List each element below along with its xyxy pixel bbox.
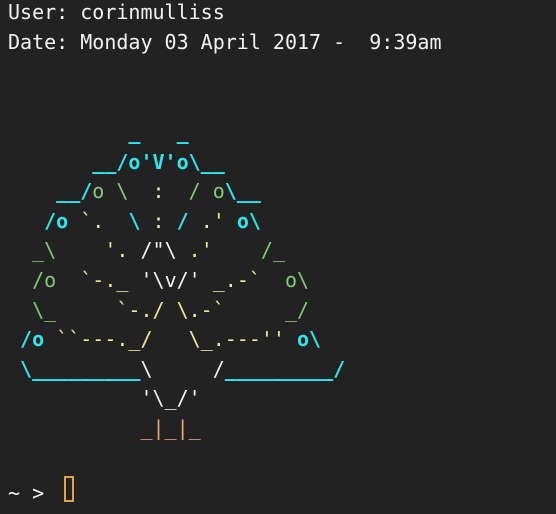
art-segment [8,268,32,292]
art-segment: \_.---'' [152,327,285,352]
art-segment: o\ [260,267,310,292]
art-segment [8,120,128,144]
art-segment: `. [68,208,129,233]
art-segment: \_________ [20,356,141,381]
art-segment: ``---._/ [44,327,153,352]
art-row: __/o'V'o\__ [8,148,345,178]
art-segment: _\ [32,238,57,263]
art-row: \_ `-./ \.-` _/ [8,296,345,326]
art-row: /o ``---._/ \_.---'' o\ [8,325,345,355]
art-segment: /o [20,327,45,352]
art-segment [8,416,140,440]
art-segment: \__ [224,179,261,204]
art-segment [8,209,44,233]
art-segment: _|_|_ [140,415,201,440]
art-segment: \ [140,356,153,381]
art-segment: : [152,208,165,233]
art-segment: '\v/' [140,267,201,292]
user-value: corinmulliss [80,0,225,24]
art-segment: \ [128,208,153,233]
art-segment: `-._ [56,267,141,292]
art-row: _\ '. /"\ .' /_ [8,236,345,266]
art-segment: o\ [236,208,261,233]
art-segment: /o [32,267,57,292]
art-segment: .' [176,238,213,263]
art-segment [8,150,92,174]
art-segment: __/o'V'o\__ [92,149,225,174]
art-segment [8,386,140,410]
user-label: User: [8,0,81,24]
art-segment: /"\ [140,238,177,263]
art-segment: `-./ \.-` [56,297,225,322]
art-segment: _ _ [128,120,189,144]
art-segment [153,357,213,381]
art-segment: /_ [212,238,285,263]
terminal-window[interactable]: User: corinmulliss Date: Monday 03 April… [0,0,556,514]
art-row: /o `-._ '\v/' _.-` o\ [8,266,345,296]
art-segment: \_ [32,297,57,322]
cursor-block[interactable] [64,476,74,502]
art-row: '\_/' [8,384,345,414]
shell-prompt: ~ > [8,478,56,508]
art-row: __/o \ : / o\__ [8,177,345,207]
date-label: Date: [8,30,81,54]
art-segment: _________/ [224,356,346,381]
prompt-symbol: ~ > [8,481,57,505]
art-segment: _/ [224,297,310,322]
art-segment [8,179,56,203]
user-line: User: corinmulliss [8,0,225,27]
art-segment: o\ [284,327,322,352]
date-value: Monday 03 April 2017 - 9:39am [80,30,442,54]
art-segment [8,298,32,322]
art-segment: __/ [56,179,93,204]
art-segment [8,327,20,351]
art-segment: o \ [92,179,153,204]
art-segment: _.-` [200,267,261,292]
art-row: _|_|_ [8,414,345,444]
art-segment: '. [56,238,141,263]
art-segment [8,357,20,381]
date-line: Date: Monday 03 April 2017 - 9:39am [8,27,441,57]
art-segment: / [164,208,201,233]
art-segment: / o [164,179,225,204]
art-segment: '\_/' [140,386,201,411]
art-row: /o `. \ : / .' o\ [8,207,345,237]
art-row: _ _ [8,118,345,148]
art-segment: .' [200,208,237,233]
art-segment: /o [44,208,69,233]
art-segment: : [152,179,165,204]
art-row: \_________\ /_________/ [8,355,345,385]
art-segment [8,238,32,262]
art-segment: / [212,356,225,381]
peacock-ascii-art: _ _ __/o'V'o\__ __/o \ : / o\__ /o `. \ … [8,118,345,444]
